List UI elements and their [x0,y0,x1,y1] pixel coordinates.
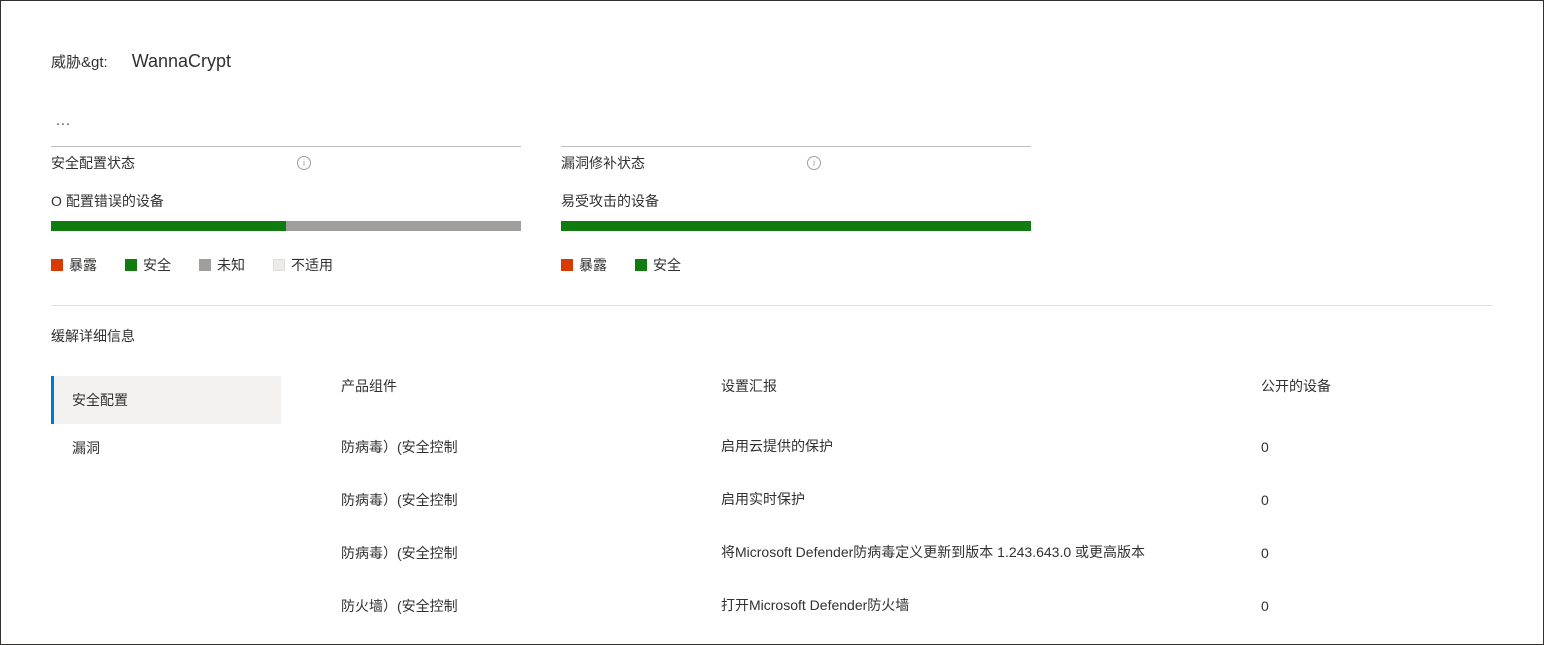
mitigation-section-title: 缓解详细信息 [51,326,1493,346]
breadcrumb-value: WannaCrypt [132,51,231,72]
table-cell: 防病毒）(安全控制 [341,543,721,563]
legend-vuln-patch: 暴露 安全 [561,255,1031,275]
table-row[interactable]: 防病毒）(安全控制启用实时保护0 [341,473,1493,526]
mitigation-side-tabs: 安全配置漏洞 [51,376,281,632]
breadcrumb-label: 威胁&gt: [51,51,108,72]
legend-label: 不适用 [291,255,333,275]
legend-label: 未知 [217,255,245,275]
legend-swatch [273,259,285,271]
col-setting-report: 设置汇报 [721,376,1261,396]
side-tab[interactable]: 安全配置 [51,376,281,424]
table-cell: 0 [1261,439,1411,455]
legend-swatch [635,259,647,271]
vulnerable-devices-count: 易受攻击的设备 [561,191,1031,211]
status-card-vuln-patch: … 漏洞修补状态 i 易受攻击的设备 暴露安全 [561,112,1031,275]
table-cell: 启用云提供的保护 [721,436,1261,457]
table-cell: 防病毒）(安全控制 [341,437,721,457]
legend-item: 安全 [125,255,171,275]
status-title-label: 漏洞修补状态 [561,153,645,173]
legend-item: 暴露 [51,255,97,275]
status-bar-security-config [51,221,521,231]
legend-label: 暴露 [579,255,607,275]
status-card-security-config: … 安全配置状态 i O 配置错误的设备 暴露 安全 未知 不适用 [51,112,521,275]
legend-item: 不适用 [273,255,333,275]
legend-item: 暴露 [561,255,607,275]
legend-security-config: 暴露 安全 未知 不适用 [51,255,521,275]
col-exposed-devices: 公开的设备 [1261,376,1411,396]
legend-label: 安全 [653,255,681,275]
bar-segment [286,221,521,231]
info-icon[interactable]: i [807,156,821,170]
bar-segment [561,221,1031,231]
info-icon[interactable]: i [297,156,311,170]
status-bar-vuln-patch [561,221,1031,231]
table-row[interactable]: 防火墙）(安全控制打开Microsoft Defender防火墙0 [341,579,1493,632]
legend-swatch [561,259,573,271]
table-row[interactable]: 防病毒）(安全控制启用云提供的保护0 [341,420,1493,473]
table-header: 产品组件 设置汇报 公开的设备 [341,376,1493,420]
legend-swatch [199,259,211,271]
status-row: … 安全配置状态 i O 配置错误的设备 暴露安全未知不适用 … 漏洞修补状态 … [51,112,1493,306]
table-cell: 0 [1261,598,1411,614]
mitigation-table: 产品组件 设置汇报 公开的设备 防病毒）(安全控制启用云提供的保护0防病毒）(安… [341,376,1493,632]
table-cell: 防病毒）(安全控制 [341,490,721,510]
mitigation-area: 安全配置漏洞 产品组件 设置汇报 公开的设备 防病毒）(安全控制启用云提供的保护… [51,376,1493,632]
breadcrumb: 威胁&gt: WannaCrypt [51,51,1493,72]
legend-swatch [51,259,63,271]
misconfigured-devices-count: O 配置错误的设备 [51,191,521,211]
legend-item: 未知 [199,255,245,275]
table-cell: 启用实时保护 [721,489,1261,510]
legend-label: 暴露 [69,255,97,275]
status-title-label: 安全配置状态 [51,153,135,173]
table-cell: 0 [1261,492,1411,508]
legend-label: 安全 [143,255,171,275]
table-body: 防病毒）(安全控制启用云提供的保护0防病毒）(安全控制启用实时保护0防病毒）(安… [341,420,1493,632]
table-cell: 打开Microsoft Defender防火墙 [721,595,1261,616]
legend-swatch [125,259,137,271]
side-tab[interactable]: 漏洞 [51,424,281,472]
table-cell: 防火墙）(安全控制 [341,596,721,616]
col-product-component: 产品组件 [341,376,721,396]
more-menu-icon[interactable]: … [51,112,77,138]
table-row[interactable]: 防病毒）(安全控制将Microsoft Defender防病毒定义更新到版本 1… [341,526,1493,579]
legend-item: 安全 [635,255,681,275]
table-cell: 0 [1261,545,1411,561]
bar-segment [51,221,286,231]
table-cell: 将Microsoft Defender防病毒定义更新到版本 1.243.643.… [721,542,1261,563]
